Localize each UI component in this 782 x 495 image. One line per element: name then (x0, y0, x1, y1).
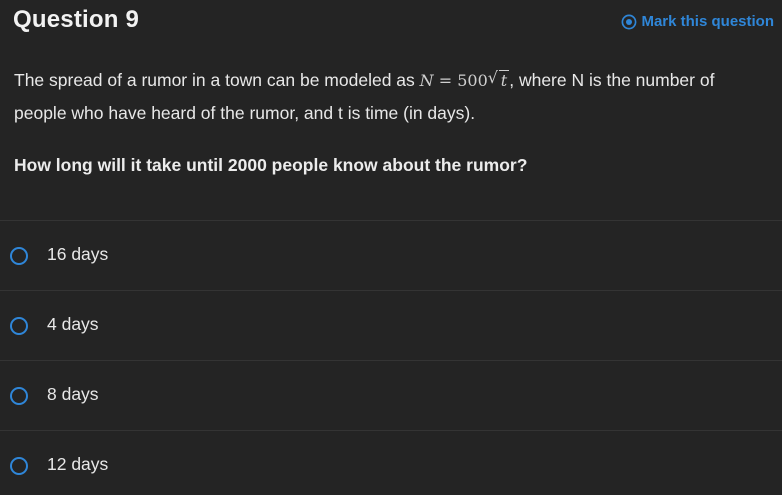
answer-option-label: 12 days (47, 454, 109, 474)
radio-empty-icon[interactable] (10, 387, 28, 405)
question-title: Question 9 (13, 6, 140, 33)
answer-option-label: 16 days (47, 244, 109, 264)
mark-question-label: Mark this question (641, 13, 774, 30)
radio-empty-icon[interactable] (10, 247, 28, 265)
question-header: Question 9 Mark this question (0, 0, 782, 44)
radio-target-icon (622, 14, 637, 29)
answer-options: 16 days 4 days 8 days 12 days (0, 220, 782, 495)
answer-option[interactable]: 12 days (0, 430, 782, 495)
formula-eq: = (433, 71, 458, 90)
formula: N = 500 √ t (419, 68, 510, 90)
question-page: Question 9 Mark this question The spread… (0, 0, 782, 495)
formula-lhs: N (419, 71, 434, 90)
sqrt-symbol: √ t (487, 65, 510, 97)
mark-question-button[interactable]: Mark this question (621, 13, 774, 30)
answer-option-label: 8 days (47, 384, 99, 404)
answer-option-label: 4 days (47, 314, 99, 334)
answer-option[interactable]: 8 days (0, 360, 782, 430)
answer-option[interactable]: 4 days (0, 290, 782, 360)
question-prompt: How long will it take until 2000 people … (14, 155, 528, 175)
question-text: The spread of a rumor in a town can be m… (14, 64, 770, 129)
radical-icon: √ (487, 68, 498, 87)
radio-empty-icon[interactable] (10, 457, 28, 475)
answer-option[interactable]: 16 days (0, 220, 782, 290)
radio-empty-icon[interactable] (10, 317, 28, 335)
question-text-before: The spread of a rumor in a town can be m… (14, 70, 420, 90)
formula-radicand: t (498, 70, 510, 90)
formula-coef: 500 (457, 71, 488, 90)
